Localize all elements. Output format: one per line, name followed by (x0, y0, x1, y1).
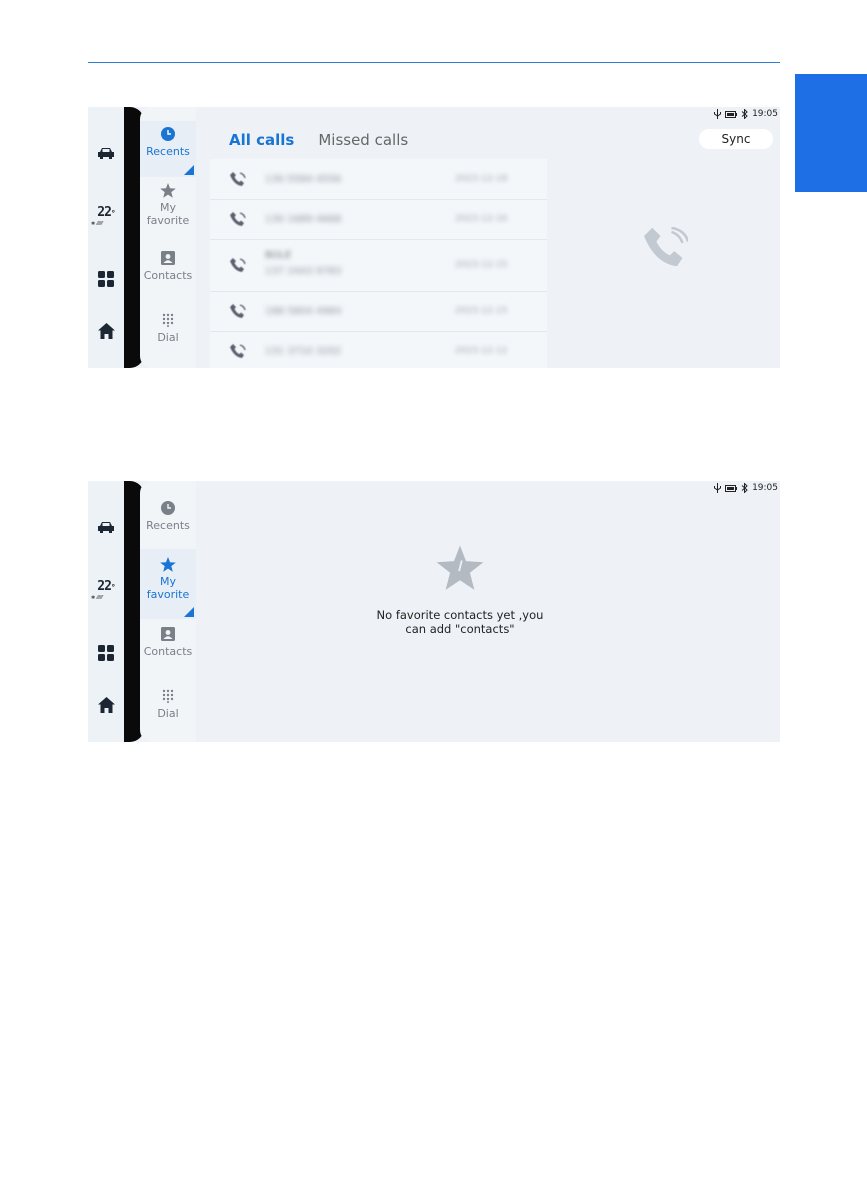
dialpad-icon (162, 311, 174, 329)
fan-level-icon: ✱ ⁄⁄⁄⁄⁄⁄⁄ (91, 595, 103, 601)
call-date: 2023-12-15 (455, 260, 508, 270)
nav-recents[interactable]: Recents (140, 121, 196, 177)
phone-call-icon (230, 212, 246, 226)
nav-dial-label: Dial (157, 707, 179, 720)
call-number: 188 5804 4984 (265, 306, 342, 317)
phone-call-icon (230, 172, 246, 186)
battery-icon (725, 484, 738, 492)
empty-message-line-2: can add "contacts" (405, 622, 515, 636)
bluetooth-icon (741, 109, 748, 119)
nav-favorite-label: My favorite (146, 575, 190, 601)
car-icon (98, 148, 114, 159)
usb-icon (714, 483, 722, 493)
star-icon (160, 555, 176, 573)
car-button[interactable] (88, 521, 124, 533)
bluetooth-icon (741, 483, 748, 493)
call-date: 2023-12-12 (455, 346, 508, 356)
active-indicator (184, 607, 194, 617)
clock-icon (161, 125, 175, 143)
empty-message-line-1: No favorite contacts yet ,you (376, 608, 544, 622)
call-row[interactable]: 130 1689 4668 2023-12-16 (210, 199, 547, 240)
battery-icon (725, 110, 738, 118)
call-number: 131 3710 3202 (265, 346, 342, 357)
call-list: 130 5584 4556 2023-12-18 130 1689 4668 2… (210, 159, 547, 368)
active-indicator (184, 165, 194, 175)
contact-card-icon (161, 249, 175, 267)
call-row[interactable]: 188 5804 4984 2023-12-15 (210, 291, 547, 332)
nav-contacts[interactable]: Contacts (140, 249, 196, 282)
page-header-rule (88, 62, 780, 63)
nav-contacts-label: Contacts (143, 269, 193, 282)
nav-dial[interactable]: Dial (140, 311, 196, 344)
usb-icon (714, 109, 722, 119)
home-button[interactable] (88, 697, 124, 713)
nav-favorite[interactable]: My favorite (140, 181, 196, 227)
nav-dial-label: Dial (157, 331, 179, 344)
chapter-side-tab (795, 74, 867, 192)
status-bar: 19:05 (714, 109, 778, 119)
call-number: 137 2443 9783 (265, 266, 342, 277)
call-date: 2023-12-15 (455, 306, 508, 316)
phone-call-icon (230, 344, 246, 358)
apps-grid-icon (98, 271, 114, 287)
apps-button[interactable] (88, 271, 124, 287)
call-row[interactable]: 131 3710 3202 2023-12-12 (210, 331, 547, 368)
phone-nav: Recents My favorite Contacts Dial (140, 107, 196, 368)
call-row[interactable]: BOLE 137 2443 9783 2023-12-15 (210, 239, 547, 292)
nav-recents[interactable]: Recents (140, 499, 196, 532)
call-date: 2023-12-16 (455, 214, 508, 224)
status-time: 19:05 (752, 109, 778, 119)
empty-favorites-star-icon (436, 545, 484, 590)
phone-placeholder-icon (644, 227, 688, 267)
call-number: 130 1689 4668 (265, 214, 342, 225)
status-bar: 19:05 (714, 483, 778, 493)
recents-screen: 22° ✱ ⁄⁄⁄⁄⁄⁄⁄ Recents My favorite Contac… (88, 107, 780, 368)
fan-level-icon: ✱ ⁄⁄⁄⁄⁄⁄⁄ (91, 221, 103, 227)
nav-dial[interactable]: Dial (140, 687, 196, 720)
home-button[interactable] (88, 323, 124, 339)
nav-contacts-label: Contacts (143, 645, 193, 658)
phone-call-icon (230, 304, 246, 318)
home-icon (97, 697, 115, 713)
left-system-bar: 22° ✱ ⁄⁄⁄⁄⁄⁄⁄ (88, 481, 124, 742)
nav-recents-label: Recents (146, 519, 190, 532)
sync-button[interactable]: Sync (699, 129, 773, 149)
call-number: 130 5584 4556 (265, 174, 342, 185)
empty-favorites-message: No favorite contacts yet ,you can add "c… (334, 608, 586, 636)
climate-temperature[interactable]: 22° (88, 205, 124, 220)
nav-favorite[interactable]: My favorite (140, 549, 196, 619)
apps-button[interactable] (88, 645, 124, 661)
phone-call-icon (230, 258, 246, 272)
status-time: 19:05 (752, 483, 778, 493)
nav-recents-label: Recents (146, 145, 190, 158)
car-icon (98, 522, 114, 533)
call-date: 2023-12-18 (455, 174, 508, 184)
apps-grid-icon (98, 645, 114, 661)
favorites-screen: 22° ✱ ⁄⁄⁄⁄⁄⁄⁄ Recents My favorite Contac… (88, 481, 780, 742)
home-icon (97, 323, 115, 339)
call-row[interactable]: 130 5584 4556 2023-12-18 (210, 159, 547, 200)
climate-temperature[interactable]: 22° (88, 579, 124, 594)
left-system-bar: 22° ✱ ⁄⁄⁄⁄⁄⁄⁄ (88, 107, 124, 368)
car-button[interactable] (88, 147, 124, 159)
contact-card-icon (161, 625, 175, 643)
tab-missed-calls[interactable]: Missed calls (318, 131, 408, 149)
dialpad-icon (162, 687, 174, 705)
nav-contacts[interactable]: Contacts (140, 625, 196, 658)
clock-icon (161, 499, 175, 517)
call-tabs: All calls Missed calls (229, 131, 408, 149)
star-icon (160, 181, 176, 199)
tab-all-calls[interactable]: All calls (229, 131, 294, 149)
phone-nav: Recents My favorite Contacts Dial (140, 481, 196, 742)
call-name: BOLE (265, 250, 292, 261)
nav-favorite-label: My favorite (146, 201, 190, 227)
